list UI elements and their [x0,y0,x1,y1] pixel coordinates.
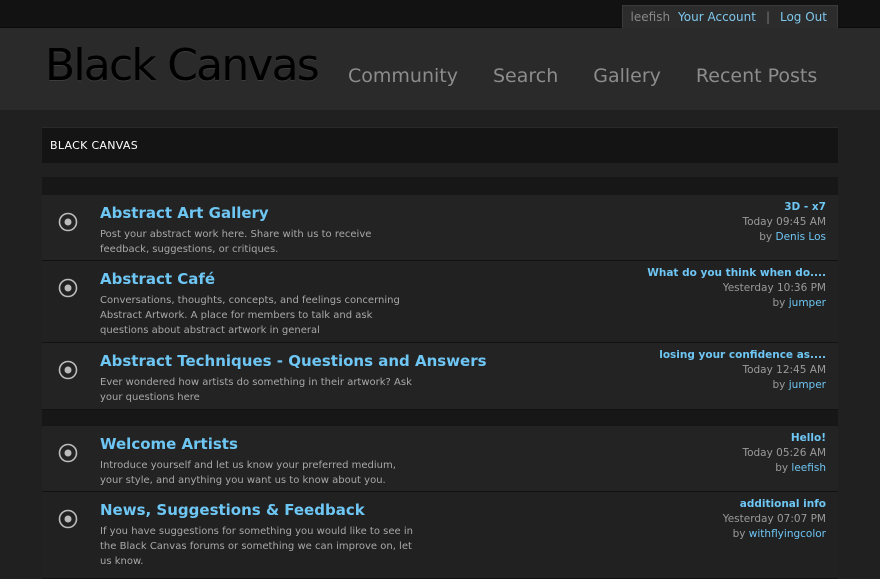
main-nav: Community Search Gallery Recent Posts [348,65,852,87]
forum-description: Ever wondered how artists do something i… [100,377,412,403]
forum-description: If you have suggestions for something yo… [100,526,413,567]
logout-link[interactable]: Log Out [780,10,827,24]
last-post: Hello! Today 05:26 AM by leefish [742,431,826,476]
by-label: by [775,462,789,474]
forum-row: Abstract Café Conversations, thoughts, c… [42,261,838,343]
forum-group-header [42,410,838,426]
forum-read-circle-icon [58,443,78,463]
last-post: additional info Yesterday 07:07 PM by wi… [723,497,826,542]
by-label: by [759,231,773,243]
nav-search[interactable]: Search [493,65,558,87]
username: leefish [630,10,671,24]
forum-read-circle-icon [58,212,78,232]
last-post-title[interactable]: additional info [723,497,826,512]
last-post-title[interactable]: losing your confidence as.... [659,348,826,363]
last-post-title[interactable]: 3D - x7 [742,200,826,215]
last-post: What do you think when do.... Yesterday … [647,266,826,311]
forum-read-circle-icon [58,509,78,529]
last-post: losing your confidence as.... Today 12:4… [659,348,826,393]
last-post-author[interactable]: jumper [789,379,826,391]
by-label: by [772,379,786,391]
last-post: 3D - x7 Today 09:45 AM by Denis Los [742,200,826,245]
last-post-by: by Denis Los [742,230,826,245]
last-post-author[interactable]: Denis Los [776,231,827,243]
last-post-by: by withflyingcolor [723,527,826,542]
last-post-author[interactable]: leefish [791,462,826,474]
last-post-title[interactable]: Hello! [742,431,826,446]
forum-row: Abstract Art Gallery Post your abstract … [42,195,838,261]
last-post-time: Yesterday 10:36 PM [722,282,826,294]
top-bar: leefish Your Account | Log Out [0,0,880,28]
forum-description: Introduce yourself and let us know your … [100,460,396,486]
forum-description: Conversations, thoughts, concepts, and f… [100,295,400,336]
last-post-by: by jumper [647,296,826,311]
your-account-link[interactable]: Your Account [678,10,756,24]
forum-list-1: Abstract Art Gallery Post your abstract … [42,195,838,410]
last-post-by: by jumper [659,378,826,393]
last-post-by: by leefish [742,461,826,476]
last-post-time: Yesterday 07:07 PM [722,513,826,525]
site-logo[interactable]: Black Canvas [45,40,320,91]
by-label: by [732,528,746,540]
forum-title[interactable]: News, Suggestions & Feedback [100,501,365,519]
forum-row: Abstract Techniques - Questions and Answ… [42,343,838,410]
forum-description: Post your abstract work here. Share with… [100,229,372,255]
breadcrumb: BLACK CANVAS [42,127,838,163]
breadcrumb-label[interactable]: BLACK CANVAS [50,139,138,152]
nav-community[interactable]: Community [348,65,458,87]
last-post-time: Today 09:45 AM [742,216,826,228]
forum-row: Welcome Artists Introduce yourself and l… [42,426,838,492]
forum-list-2: Welcome Artists Introduce yourself and l… [42,426,838,579]
forum-row: News, Suggestions & Feedback If you have… [42,492,838,579]
user-box: leefish Your Account | Log Out [621,5,838,28]
forum-read-circle-icon [58,278,78,298]
forum-read-circle-icon [58,360,78,380]
by-label: by [772,297,786,309]
site-header: Black Canvas Community Search Gallery Re… [0,28,880,110]
last-post-time: Today 12:45 AM [742,364,826,376]
nav-gallery[interactable]: Gallery [593,65,661,87]
last-post-time: Today 05:26 AM [742,447,826,459]
forum-title[interactable]: Abstract Café [100,270,215,288]
forum-group-header [42,177,838,195]
forum-title[interactable]: Abstract Techniques - Questions and Answ… [100,352,487,370]
last-post-title[interactable]: What do you think when do.... [647,266,826,281]
forum-title[interactable]: Welcome Artists [100,435,238,453]
last-post-author[interactable]: jumper [789,297,826,309]
divider: | [765,10,770,24]
forum-title[interactable]: Abstract Art Gallery [100,204,269,222]
nav-recent-posts[interactable]: Recent Posts [696,65,817,87]
last-post-author[interactable]: withflyingcolor [749,528,826,540]
